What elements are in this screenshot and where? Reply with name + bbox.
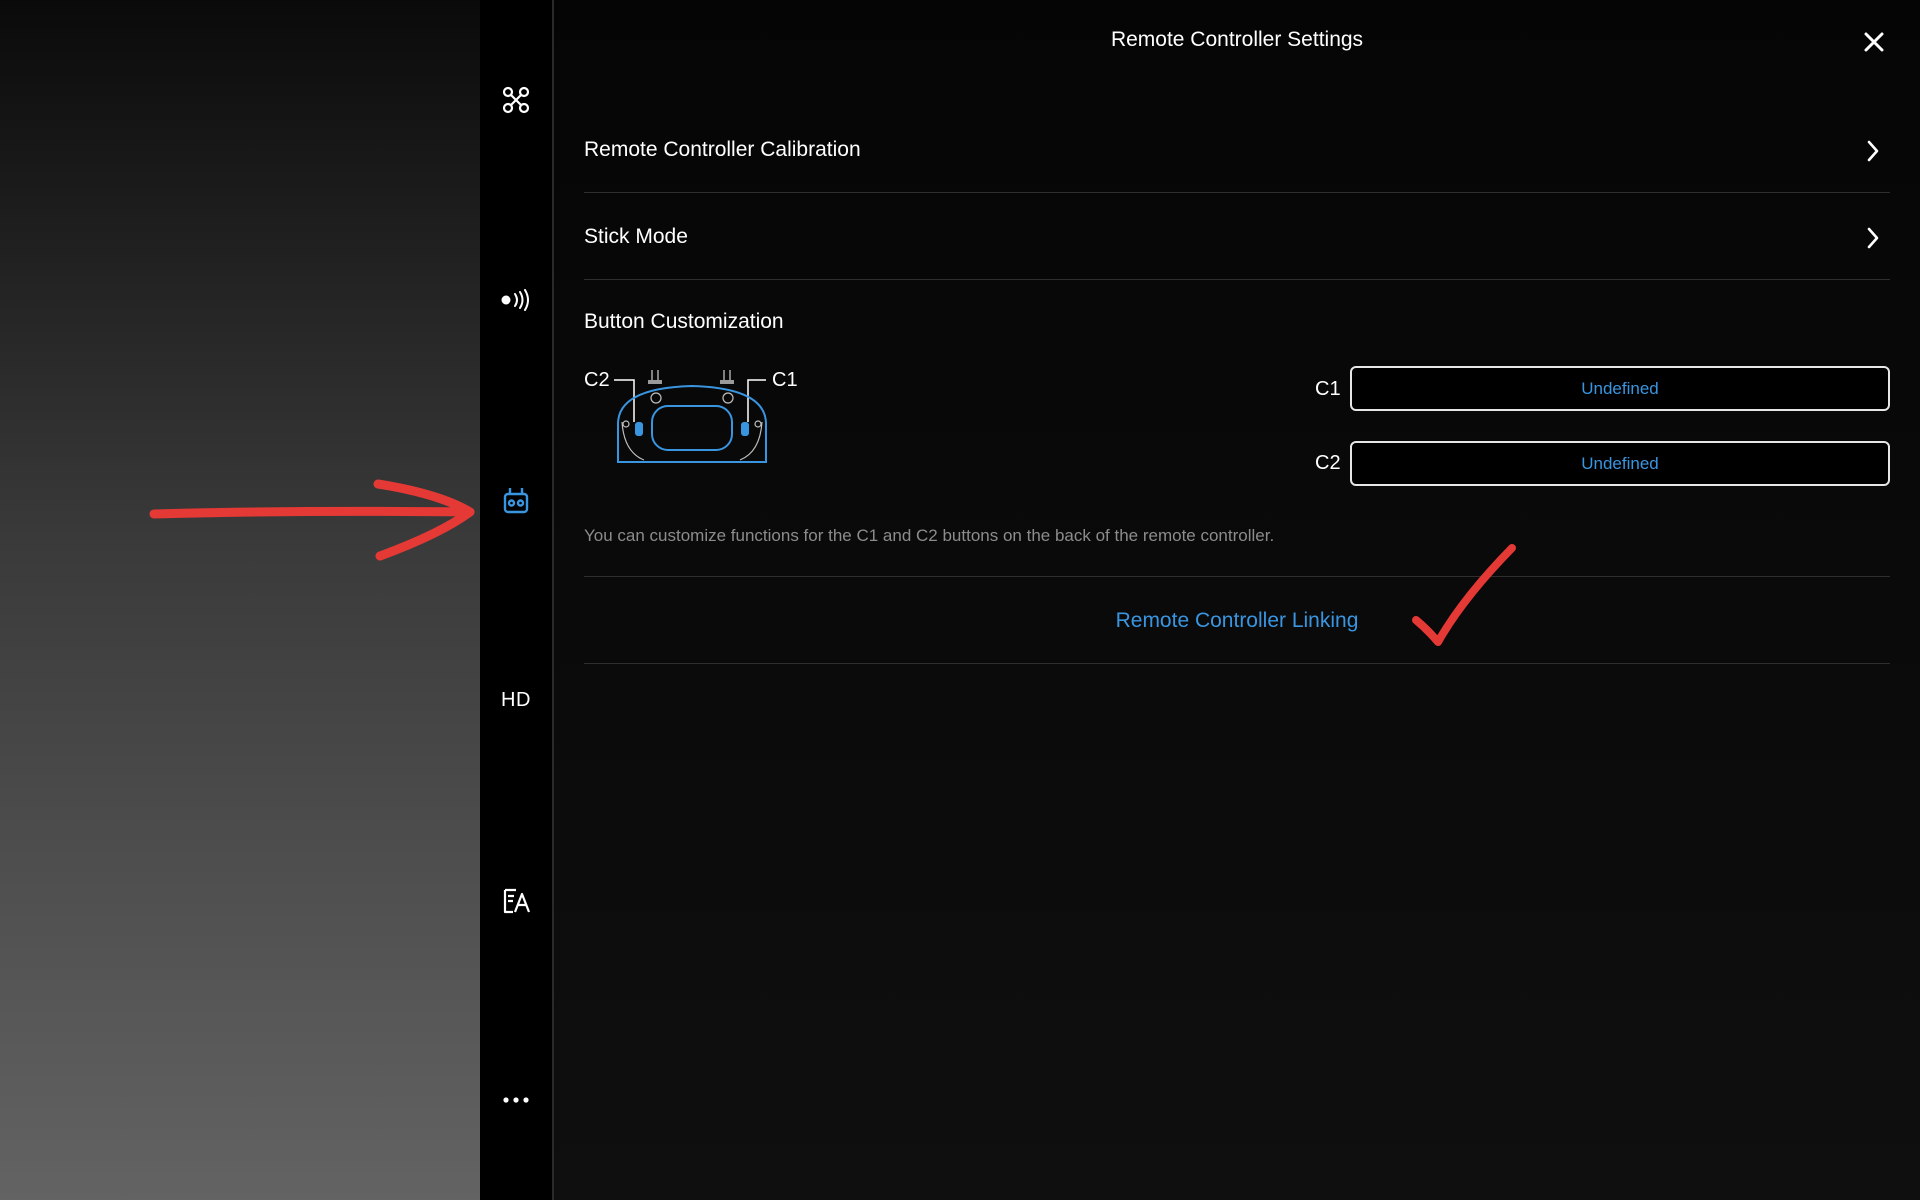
close-icon bbox=[1864, 32, 1884, 52]
settings-sidebar: HD bbox=[480, 0, 554, 1200]
c1-function-select[interactable]: Undefined bbox=[1350, 366, 1890, 411]
sidebar-item-aircraft[interactable] bbox=[480, 76, 552, 124]
remote-controller-settings-panel: Remote Controller Settings Remote Contro… bbox=[554, 0, 1920, 1200]
c2-label: C2 bbox=[1315, 452, 1341, 474]
more-icon bbox=[503, 1097, 529, 1103]
sidebar-item-safety[interactable] bbox=[480, 877, 552, 925]
signal-icon bbox=[501, 289, 529, 311]
remote-controller-linking-link[interactable]: Remote Controller Linking bbox=[584, 609, 1890, 633]
sidebar-item-remote-controller[interactable] bbox=[480, 477, 552, 525]
page-title: Remote Controller Settings bbox=[1110, 28, 1364, 51]
controller-back-diagram: C2 C1 bbox=[584, 369, 798, 463]
c1-label: C1 bbox=[1315, 378, 1341, 400]
diagram-c2-label: C2 bbox=[584, 369, 610, 391]
c2-function-select[interactable]: Undefined bbox=[1350, 441, 1890, 486]
close-button[interactable] bbox=[1860, 28, 1888, 56]
stick-mode-row[interactable]: Stick Mode bbox=[584, 193, 1890, 280]
hd-icon: HD bbox=[501, 688, 531, 711]
c1-value: Undefined bbox=[1581, 378, 1659, 398]
sidebar-item-control[interactable] bbox=[480, 276, 552, 324]
sidebar-item-transmission[interactable]: HD bbox=[480, 676, 552, 724]
chevron-right-icon bbox=[1867, 140, 1879, 162]
chevron-right-icon bbox=[1867, 227, 1879, 249]
c2-value: Undefined bbox=[1581, 453, 1659, 473]
stick-mode-label: Stick Mode bbox=[584, 225, 688, 248]
checklist-icon bbox=[503, 888, 531, 914]
background-area bbox=[0, 0, 480, 1200]
linking-row: Remote Controller Linking bbox=[584, 576, 1890, 664]
button-customization-heading: Button Customization bbox=[584, 310, 784, 333]
drone-icon bbox=[502, 86, 530, 114]
diagram-c1-label: C1 bbox=[772, 369, 798, 391]
calibration-row[interactable]: Remote Controller Calibration bbox=[584, 106, 1890, 193]
customization-hint: You can customize functions for the C1 a… bbox=[584, 526, 1275, 545]
calibration-label: Remote Controller Calibration bbox=[584, 138, 861, 161]
sidebar-item-more[interactable] bbox=[480, 1076, 552, 1124]
remote-controller-icon bbox=[503, 488, 529, 514]
